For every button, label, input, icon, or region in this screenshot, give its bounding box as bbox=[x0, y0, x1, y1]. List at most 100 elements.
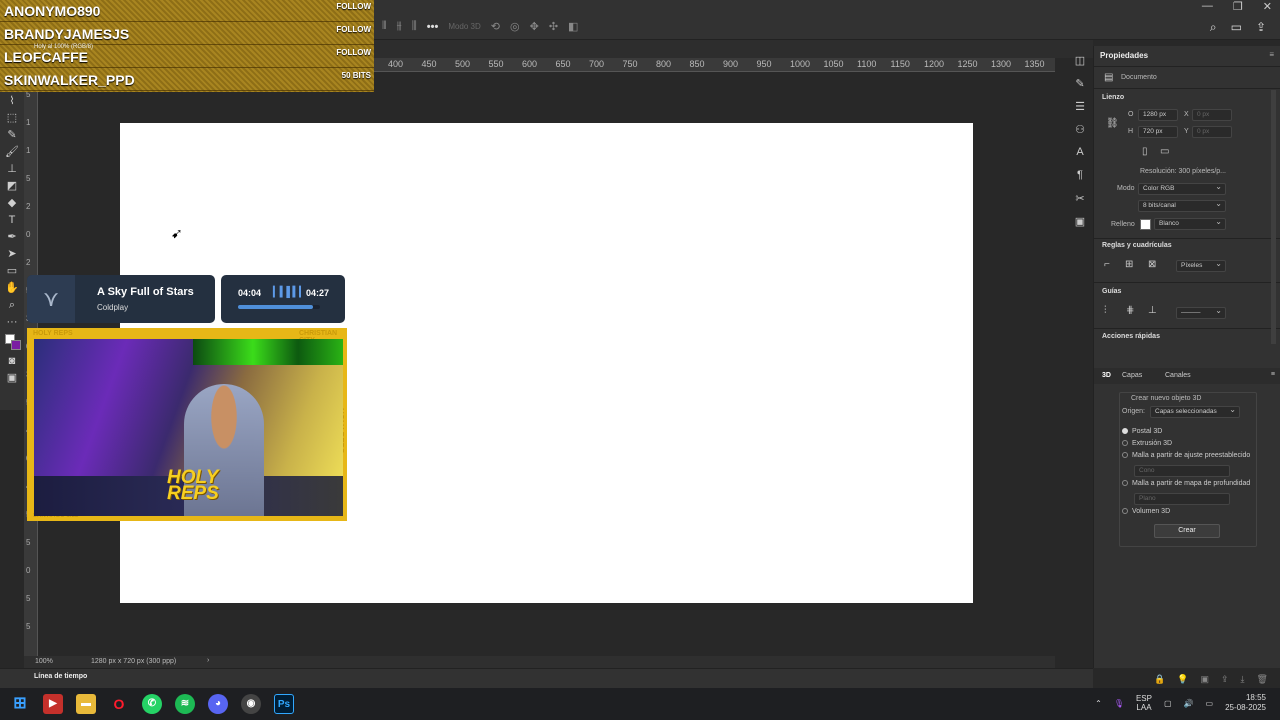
width-field[interactable]: 1280 px bbox=[1138, 109, 1178, 121]
quick-mask-icon[interactable]: ◙ bbox=[3, 354, 21, 369]
paragraph-icon[interactable]: ¶ bbox=[1077, 169, 1083, 185]
file-explorer-icon[interactable]: ▬ bbox=[76, 694, 96, 714]
units-select[interactable]: Píxeles bbox=[1176, 259, 1226, 272]
trash-icon[interactable]: 🗑 bbox=[1256, 674, 1267, 685]
radio-postcard-3d[interactable]: Postal 3D bbox=[1122, 428, 1162, 435]
screen-mode-icon[interactable]: ▣ bbox=[3, 371, 21, 386]
link-icon[interactable]: ⛓ bbox=[1106, 118, 1119, 129]
chrome-icon[interactable]: ◉ bbox=[241, 694, 261, 714]
rulers-section-title[interactable]: Reglas y cuadrículas bbox=[1102, 242, 1172, 249]
object-select-tool-icon[interactable]: ⬚ bbox=[3, 111, 21, 126]
start-button[interactable]: ⊞ bbox=[10, 694, 30, 714]
text-tool-icon[interactable]: T bbox=[3, 213, 21, 228]
canvas-section-title[interactable]: Lienzo bbox=[1102, 94, 1124, 101]
properties-tab[interactable]: Propiedades bbox=[1100, 51, 1148, 60]
3d-panel-menu-icon[interactable]: ≡ bbox=[1271, 371, 1275, 378]
ruler-toggle-icon[interactable]: ⌐ bbox=[1104, 259, 1110, 270]
camera-icon[interactable]: ◧ bbox=[568, 20, 578, 33]
guide-style-select[interactable]: ――― bbox=[1176, 306, 1226, 319]
stamp-tool-icon[interactable]: ⊥ bbox=[3, 162, 21, 177]
color-swatches[interactable] bbox=[3, 332, 21, 352]
grid-toggle-icon[interactable]: ⊞ bbox=[1125, 259, 1133, 270]
minimize-button[interactable]: — bbox=[1202, 0, 1213, 13]
export-icon[interactable]: ⇪ bbox=[1221, 674, 1229, 685]
landscape-icon[interactable]: ▭ bbox=[1160, 146, 1169, 157]
brush-tool-icon[interactable]: 🖌 bbox=[3, 145, 21, 160]
spotify-icon[interactable]: ≋ bbox=[175, 694, 195, 714]
light-icon[interactable]: 💡 bbox=[1177, 674, 1188, 685]
lasso-tool-icon[interactable]: ⌇ bbox=[3, 94, 21, 109]
tab-3d[interactable]: 3D bbox=[1102, 372, 1111, 379]
hand-tool-icon[interactable]: ✋ bbox=[3, 281, 21, 296]
zoom-level[interactable]: 100% bbox=[35, 658, 53, 665]
guide-lock-icon[interactable]: ⫶ bbox=[1104, 305, 1107, 316]
align-right-icon[interactable]: ⫼ bbox=[412, 20, 417, 33]
status-arrow-icon[interactable]: › bbox=[207, 657, 209, 664]
frame-icon[interactable]: ▣ bbox=[1200, 674, 1209, 685]
learn-icon[interactable]: ◫ bbox=[1075, 54, 1085, 70]
language-indicator[interactable]: ESP LAA bbox=[1136, 694, 1152, 712]
portrait-icon[interactable]: ▯ bbox=[1142, 146, 1148, 157]
slide-icon[interactable]: ✣ bbox=[549, 20, 558, 33]
roll-icon[interactable]: ◎ bbox=[510, 20, 520, 33]
chevron-up-icon[interactable]: ⌃ bbox=[1095, 699, 1102, 708]
guides-section-title[interactable]: Guías bbox=[1102, 288, 1121, 295]
layer-comps-icon[interactable]: ▣ bbox=[1075, 215, 1085, 231]
path-select-tool-icon[interactable]: ➤ bbox=[3, 247, 21, 262]
align-left-icon[interactable]: ⫴ bbox=[382, 20, 387, 33]
brush-settings-icon[interactable]: ✎ bbox=[1075, 77, 1084, 93]
discord-icon[interactable]: ◕ bbox=[208, 694, 228, 714]
x-field[interactable]: 0 px bbox=[1192, 109, 1232, 121]
panel-menu-icon[interactable]: ≡ bbox=[1269, 50, 1274, 59]
origin-select[interactable]: Capas seleccionadas bbox=[1150, 405, 1240, 418]
background-color[interactable] bbox=[11, 340, 21, 350]
close-button[interactable]: ✕ bbox=[1263, 0, 1272, 13]
eyedropper-tool-icon[interactable]: ✎ bbox=[3, 128, 21, 143]
radio-mesh-depth[interactable]: Malla a partir de mapa de profundidad bbox=[1122, 480, 1250, 487]
bits-select[interactable]: 8 bits/canal bbox=[1138, 199, 1226, 212]
tools-icon[interactable]: ✂ bbox=[1075, 192, 1084, 208]
workspace-icon[interactable]: ▭ bbox=[1231, 20, 1242, 35]
fill-swatch[interactable] bbox=[1140, 219, 1151, 230]
clock[interactable]: 18:55 25-08-2025 bbox=[1225, 693, 1266, 713]
preset-select[interactable]: Cono bbox=[1134, 465, 1230, 477]
share-icon[interactable]: ⇪ bbox=[1256, 20, 1266, 35]
orbit-icon[interactable]: ⟲ bbox=[491, 20, 500, 33]
paint-bucket-tool-icon[interactable]: ◆ bbox=[3, 196, 21, 211]
opera-icon[interactable]: O bbox=[109, 694, 129, 714]
rectangle-tool-icon[interactable]: ▭ bbox=[3, 264, 21, 279]
y-field[interactable]: 0 px bbox=[1192, 126, 1232, 138]
align-center-icon[interactable]: ⫵ bbox=[397, 20, 402, 33]
adjustments-icon[interactable]: ☰ bbox=[1075, 100, 1085, 116]
pan-icon[interactable]: ✥ bbox=[530, 20, 539, 33]
guide-layout-icon[interactable]: ⋕ bbox=[1126, 305, 1134, 316]
panel-scrollbar[interactable] bbox=[1271, 90, 1276, 344]
fill-select[interactable]: Blanco bbox=[1154, 217, 1226, 230]
eraser-tool-icon[interactable]: ◩ bbox=[3, 179, 21, 194]
tab-channels[interactable]: Canales bbox=[1165, 372, 1191, 379]
mic-icon[interactable]: 🎙 bbox=[1114, 699, 1124, 708]
photoshop-icon[interactable]: Ps bbox=[274, 694, 294, 714]
guide-new-icon[interactable]: ⊥ bbox=[1148, 305, 1157, 316]
volume-icon[interactable]: 🔊 bbox=[1184, 699, 1194, 708]
youtube-icon[interactable]: ▶ bbox=[43, 694, 63, 714]
tab-layers[interactable]: Capas bbox=[1122, 372, 1142, 379]
pixel-grid-icon[interactable]: ⊠ bbox=[1148, 259, 1156, 270]
timeline-label[interactable]: Línea de tiempo bbox=[34, 673, 87, 680]
create-button[interactable]: Crear bbox=[1154, 524, 1220, 538]
height-field[interactable]: 720 px bbox=[1138, 126, 1178, 138]
network-icon[interactable]: ▢ bbox=[1164, 699, 1172, 708]
more-tools-icon[interactable]: ··· bbox=[3, 315, 21, 330]
quick-actions-title[interactable]: Acciones rápidas bbox=[1102, 333, 1160, 340]
radio-mesh-preset[interactable]: Malla a partir de ajuste preestablecido bbox=[1122, 452, 1250, 459]
render-icon[interactable]: ⤓ bbox=[1241, 674, 1245, 685]
zoom-tool-icon[interactable]: ⌕ bbox=[3, 298, 21, 313]
lock-icon[interactable]: 🔒 bbox=[1154, 674, 1165, 685]
search-icon[interactable]: ⌕ bbox=[1210, 20, 1217, 35]
pen-tool-icon[interactable]: ✒ bbox=[3, 230, 21, 245]
more-options-icon[interactable]: ••• bbox=[427, 21, 439, 33]
radio-extrusion-3d[interactable]: Extrusión 3D bbox=[1122, 440, 1172, 447]
character-icon[interactable]: A bbox=[1076, 146, 1083, 162]
whatsapp-icon[interactable]: ✆ bbox=[142, 694, 162, 714]
depth-select[interactable]: Plano bbox=[1134, 493, 1230, 505]
